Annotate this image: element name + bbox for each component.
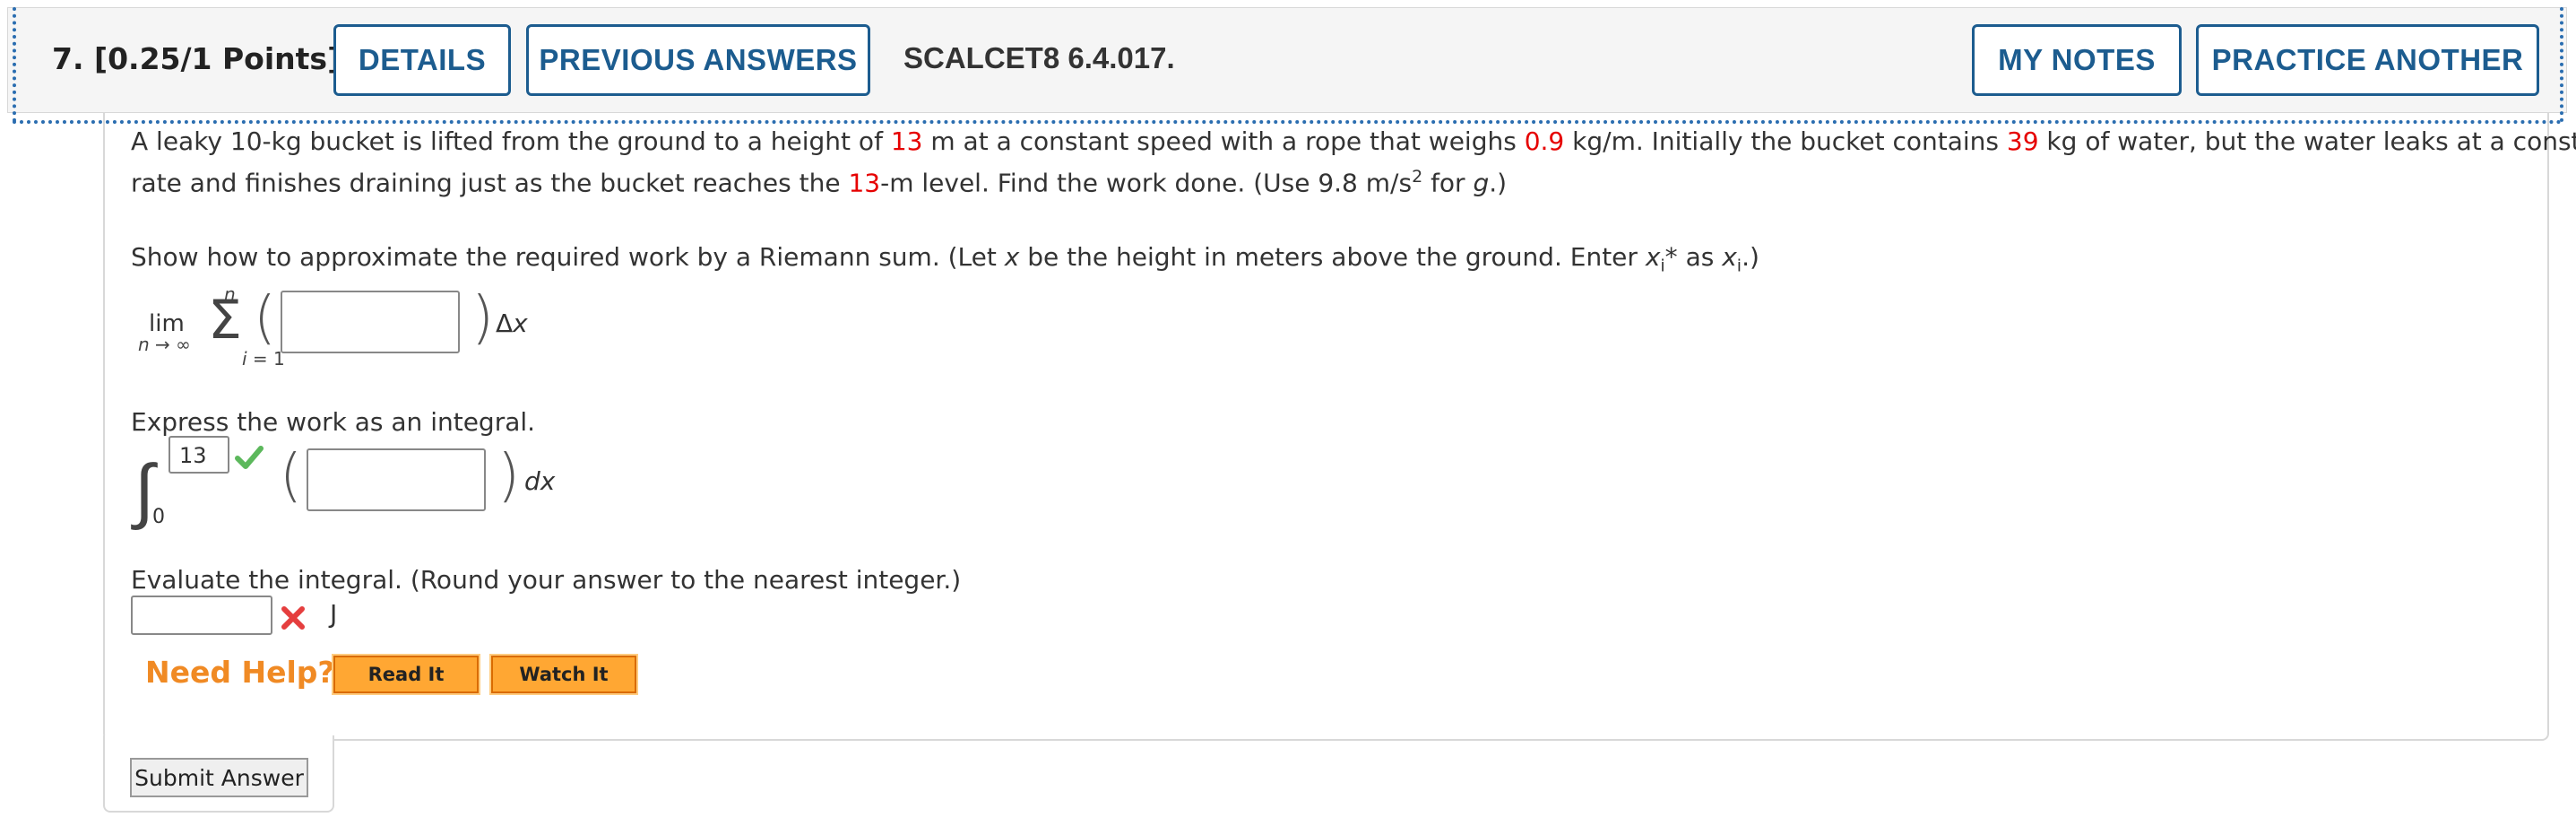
incorrect-x-icon (281, 606, 305, 630)
read-it-button[interactable]: Read It (332, 654, 480, 695)
submit-answer-button[interactable]: Submit Answer (130, 758, 308, 797)
problem-code: SCALCET8 6.4.017. (903, 41, 1175, 74)
sigma-icon: Σ (208, 289, 242, 352)
problem-text-line2: rate and finishes draining just as the b… (131, 167, 1508, 198)
question-points-label: 7. [0.25/1 Points] (52, 41, 341, 76)
height-value: 13 (890, 126, 923, 156)
problem-text-line1: A leaky 10-kg bucket is lifted from the … (131, 126, 2576, 156)
delta-x-label: Δx (496, 309, 528, 338)
integral-left-paren: ( (280, 443, 302, 509)
right-paren: ) (471, 285, 494, 352)
rope-weight-value: 0.9 (1524, 126, 1565, 156)
details-button[interactable]: DETAILS (333, 24, 511, 96)
integral-right-paren: ) (497, 443, 520, 509)
need-help-label: Need Help? (145, 655, 335, 690)
unit-label: J (330, 599, 338, 629)
practice-another-button[interactable]: PRACTICE ANOTHER (2196, 24, 2539, 96)
work-answer-input[interactable] (131, 596, 272, 635)
correct-check-icon (235, 446, 264, 469)
height-value-2: 13 (848, 168, 881, 198)
dx-label: dx (524, 466, 556, 496)
lower-limit: 0 (152, 506, 165, 528)
left-paren: ( (254, 285, 276, 352)
focus-outline-right (2560, 7, 2563, 122)
riemann-prompt: Show how to approximate the required wor… (131, 242, 1759, 276)
watch-it-button[interactable]: Watch It (489, 654, 638, 695)
integral-icon: ∫ (134, 448, 154, 532)
upper-limit-input[interactable]: 13 (169, 436, 229, 474)
integrand-input[interactable] (307, 448, 486, 511)
limit-subscript: n → ∞ (138, 334, 191, 355)
riemann-sum-input[interactable] (281, 291, 460, 353)
previous-answers-button[interactable]: PREVIOUS ANSWERS (526, 24, 870, 96)
my-notes-button[interactable]: MY NOTES (1972, 24, 2182, 96)
focus-outline-left (13, 7, 16, 122)
water-mass-value: 39 (2006, 126, 2039, 156)
integral-prompt: Express the work as an integral. (131, 407, 536, 437)
evaluate-prompt: Evaluate the integral. (Round your answe… (131, 565, 962, 595)
